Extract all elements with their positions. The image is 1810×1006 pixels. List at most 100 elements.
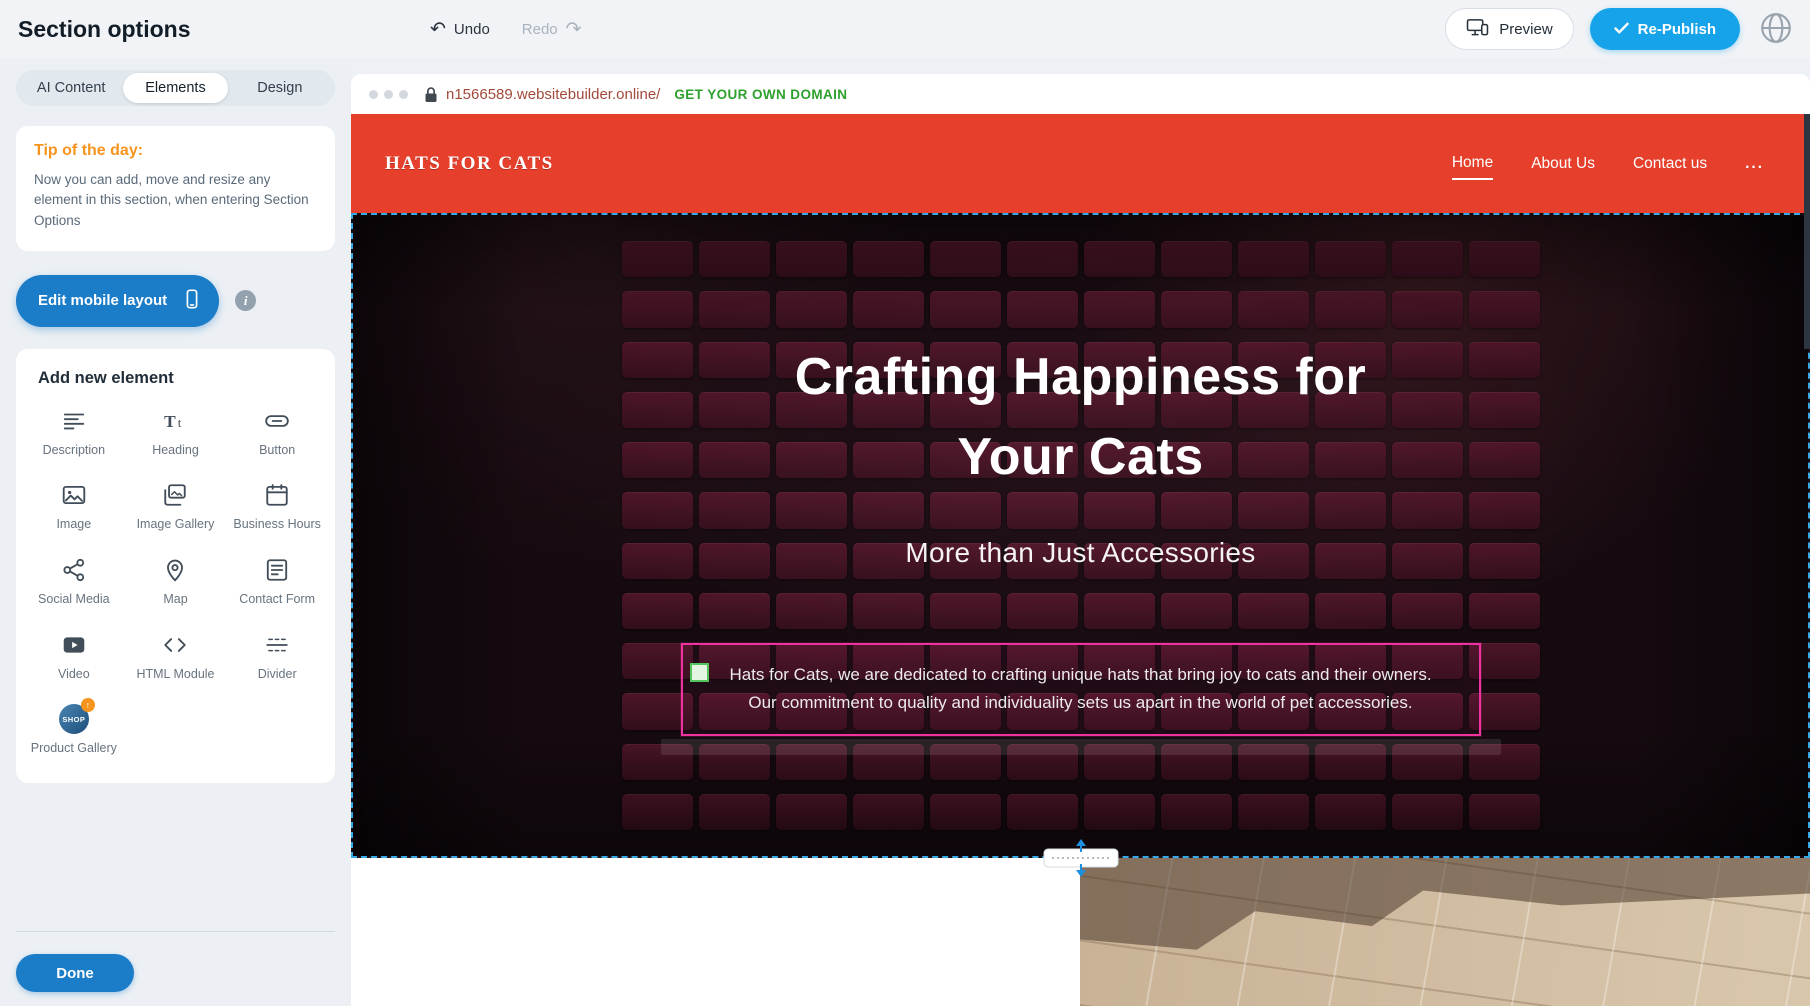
- phone-icon: [181, 288, 203, 314]
- below-white-area: [351, 858, 1080, 1006]
- edit-mobile-layout-button[interactable]: Edit mobile layout: [16, 275, 219, 327]
- info-icon[interactable]: i: [235, 290, 256, 311]
- tile: [1469, 593, 1540, 629]
- nav-more[interactable]: ...: [1745, 149, 1764, 179]
- tile: [776, 794, 847, 830]
- element-social-media[interactable]: Social Media: [24, 555, 124, 608]
- element-label: Button: [259, 443, 295, 459]
- paragraph-line: Hats for Cats, we are dedicated to craft…: [689, 661, 1473, 689]
- hero-text: Crafting Happiness for Your Cats More th…: [353, 337, 1808, 569]
- tile: [1315, 241, 1386, 277]
- element-label: Business Hours: [233, 517, 321, 533]
- get-domain-link[interactable]: GET YOUR OWN DOMAIN: [674, 87, 847, 102]
- nav-home[interactable]: Home: [1452, 148, 1493, 180]
- tile: [1238, 241, 1309, 277]
- tile: [1007, 241, 1078, 277]
- business-hours-icon: [264, 480, 290, 510]
- sidebar-tabs: AI ContentElementsDesign: [16, 70, 335, 106]
- topbar: Section options ↶ Undo Redo ↷ Preview: [0, 0, 1810, 58]
- tip-body: Now you can add, move and resize any ele…: [34, 170, 317, 231]
- tile: [1469, 794, 1540, 830]
- element-image[interactable]: Image: [24, 480, 124, 533]
- hero-section[interactable]: Crafting Happiness for Your Cats More th…: [351, 213, 1810, 858]
- tile: [1315, 794, 1386, 830]
- canvas: n1566589.websitebuilder.online/ GET YOUR…: [351, 58, 1810, 1006]
- element-heading[interactable]: TtHeading: [126, 406, 226, 459]
- undo-button[interactable]: ↶ Undo: [430, 20, 490, 39]
- heading-line: Crafting Happiness for: [353, 337, 1808, 417]
- hero-subheading[interactable]: More than Just Accessories: [353, 537, 1808, 569]
- tile: [1392, 241, 1463, 277]
- tile: [930, 794, 1001, 830]
- image-gallery-icon: [162, 480, 188, 510]
- photo-shadow: [1080, 858, 1810, 1006]
- svg-text:t: t: [178, 415, 182, 430]
- scrollbar-thumb[interactable]: [1804, 114, 1810, 349]
- preview-button[interactable]: Preview: [1445, 8, 1573, 50]
- done-button[interactable]: Done: [16, 954, 134, 992]
- social-media-icon: [61, 555, 87, 585]
- tile: [699, 794, 770, 830]
- element-divider[interactable]: Divider: [227, 630, 327, 683]
- element-business-hours[interactable]: Business Hours: [227, 480, 327, 533]
- paragraph-line: Our commitment to quality and individual…: [689, 689, 1473, 717]
- tile: [1238, 291, 1309, 327]
- site-url: n1566589.websitebuilder.online/: [446, 86, 660, 103]
- add-element-card: Add new element DescriptionTtHeadingButt…: [16, 349, 335, 783]
- element-label: HTML Module: [136, 667, 214, 683]
- tile: [1161, 593, 1232, 629]
- tile: [1161, 794, 1232, 830]
- element-image-gallery[interactable]: Image Gallery: [126, 480, 226, 533]
- contact-form-icon: [264, 555, 290, 585]
- tip-card: Tip of the day: Now you can add, move an…: [16, 126, 335, 251]
- page-title: Section options: [18, 16, 191, 43]
- lock-icon: [424, 86, 438, 103]
- body-row: AI ContentElementsDesign Tip of the day:…: [0, 58, 1810, 1006]
- drag-handle-green[interactable]: [690, 663, 709, 682]
- element-label: Description: [43, 443, 106, 459]
- tile: [853, 593, 924, 629]
- tile: [622, 241, 693, 277]
- tile: [853, 794, 924, 830]
- app: Section options ↶ Undo Redo ↷ Preview: [0, 0, 1810, 1006]
- section-resize-handle[interactable]: [1036, 838, 1126, 878]
- tile: [1084, 241, 1155, 277]
- hero-heading[interactable]: Crafting Happiness for Your Cats: [353, 337, 1808, 497]
- description-icon: [61, 406, 87, 436]
- element-html-module[interactable]: HTML Module: [126, 630, 226, 683]
- element-button[interactable]: Button: [227, 406, 327, 459]
- element-label: Image Gallery: [137, 517, 215, 533]
- tab-elements[interactable]: Elements: [123, 73, 227, 103]
- edit-mobile-label: Edit mobile layout: [38, 292, 167, 309]
- element-label: Image: [56, 517, 91, 533]
- element-label: Social Media: [38, 592, 110, 608]
- tile: [776, 241, 847, 277]
- preview-label: Preview: [1499, 21, 1552, 38]
- sidebar-divider: [16, 931, 335, 932]
- element-product-gallery[interactable]: SHOP↑Product Gallery: [24, 704, 124, 757]
- tip-title: Tip of the day:: [34, 142, 317, 160]
- element-map[interactable]: Map: [126, 555, 226, 608]
- tile: [622, 291, 693, 327]
- tile: [1392, 794, 1463, 830]
- html-module-icon: [162, 630, 188, 660]
- redo-icon: ↷: [566, 20, 582, 39]
- nav-about-us[interactable]: About Us: [1531, 149, 1595, 179]
- sidebar-spacer: [16, 783, 335, 931]
- tile: [1007, 794, 1078, 830]
- mobile-layout-row: Edit mobile layout i: [16, 275, 335, 327]
- redo-button[interactable]: Redo ↷: [522, 20, 582, 39]
- browser-bar: n1566589.websitebuilder.online/ GET YOUR…: [351, 74, 1810, 114]
- check-icon: [1614, 21, 1629, 38]
- tab-ai-content[interactable]: AI Content: [19, 73, 123, 103]
- element-video[interactable]: Video: [24, 630, 124, 683]
- globe-button[interactable]: [1756, 9, 1796, 49]
- site-nav: Home About Us Contact us...: [1452, 148, 1764, 180]
- selected-text-element[interactable]: Hats for Cats, we are dedicated to craft…: [681, 643, 1481, 736]
- republish-button[interactable]: Re-Publish: [1590, 8, 1740, 50]
- element-contact-form[interactable]: Contact Form: [227, 555, 327, 608]
- element-ghost-bar: [661, 739, 1501, 755]
- tab-design[interactable]: Design: [228, 73, 332, 103]
- nav-contact-us[interactable]: Contact us: [1633, 149, 1707, 179]
- element-description[interactable]: Description: [24, 406, 124, 459]
